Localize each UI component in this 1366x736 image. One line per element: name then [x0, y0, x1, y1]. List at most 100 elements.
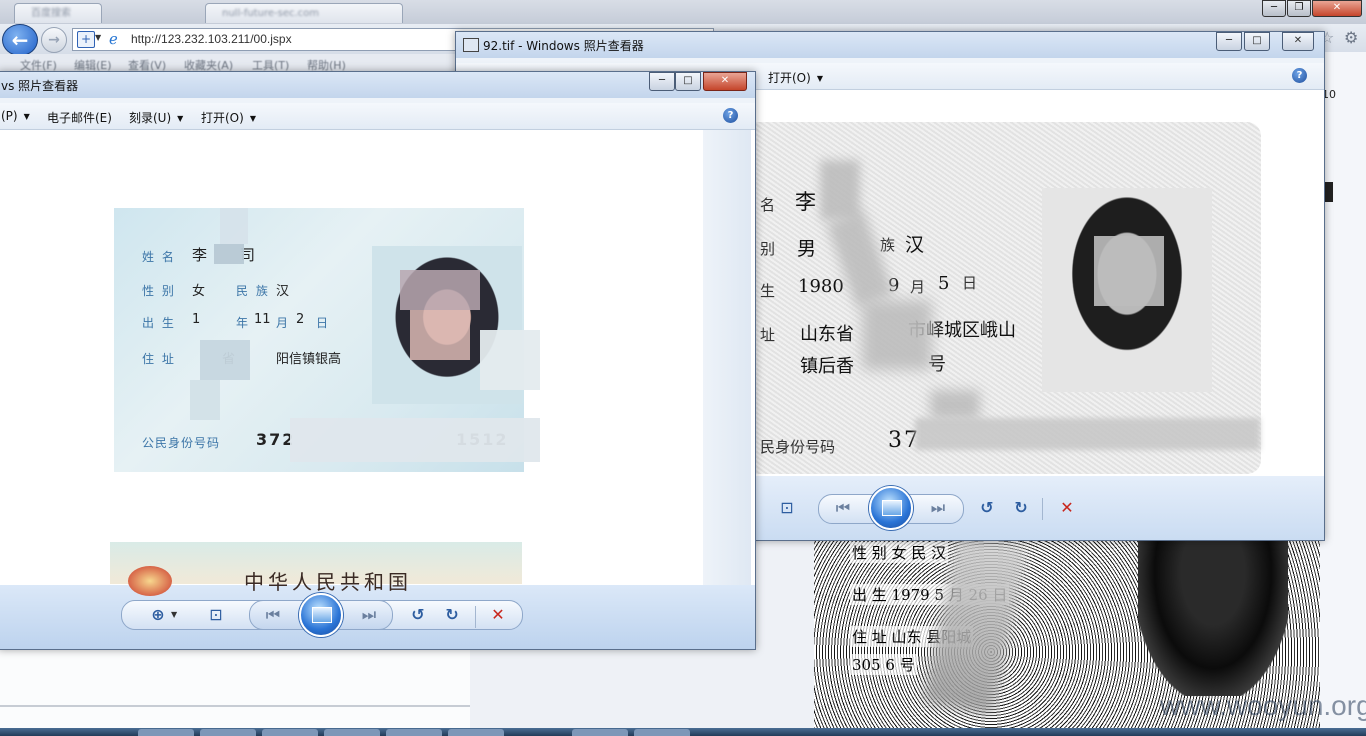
previous-icon[interactable]: ⏮: [261, 605, 285, 625]
taskbar-item[interactable]: [262, 729, 318, 736]
zoom-icon[interactable]: ⊕: [147, 605, 169, 625]
rotate-right-icon[interactable]: ↻: [1010, 498, 1032, 518]
delete-icon[interactable]: ✕: [1056, 498, 1078, 518]
rotate-left-icon[interactable]: ↺: [407, 605, 429, 625]
scan-line-address2: 305 6 号: [850, 654, 917, 675]
close-button[interactable]: ✕: [703, 72, 747, 91]
id-ethnicity: 汉: [276, 284, 290, 299]
photo-viewer-icon: [463, 38, 479, 52]
fit-icon[interactable]: ⊡: [776, 498, 798, 518]
redaction-pixelation: [200, 340, 250, 380]
id-birth-day-unit: 日: [316, 316, 331, 330]
maximize-button[interactable]: □: [675, 72, 701, 91]
id-birth-day: 5: [938, 273, 950, 294]
id-ethnicity: 汉: [905, 234, 925, 256]
redaction-pixelation: [400, 270, 480, 310]
id-label-birth: 生: [760, 282, 776, 300]
id-birth-day: 2: [296, 312, 305, 327]
taskbar-item[interactable]: [200, 729, 256, 736]
toolbar-separator: [1042, 498, 1043, 520]
redaction-pixelation: [220, 208, 248, 244]
fit-icon[interactable]: ⊡: [205, 605, 227, 625]
redaction-pixelation: [1094, 236, 1164, 306]
id-birth-year-unit: 年: [236, 316, 251, 330]
redaction-pixelation: [480, 330, 540, 390]
viewer-front-titlebar: vs 照片查看器 ─ □ ✕: [0, 72, 755, 98]
browser-tab-active[interactable]: null-future-sec.com: [205, 3, 403, 23]
back-button[interactable]: ←: [2, 24, 38, 56]
rotate-right-icon[interactable]: ↻: [441, 605, 463, 625]
watermark: www.wooyun.org: [1160, 690, 1366, 721]
chevron-down-icon[interactable]: ▼: [95, 33, 101, 42]
taskbar-item[interactable]: [138, 729, 194, 736]
restore-button[interactable]: ❐: [1287, 0, 1311, 17]
gear-icon[interactable]: ⚙: [1344, 28, 1358, 47]
ie-page-icon: ℯ: [109, 30, 118, 48]
viewer-front-window-controls: ─ □ ✕: [649, 72, 751, 91]
redaction-blur: [915, 418, 1260, 450]
redaction-blur: [820, 160, 860, 220]
help-icon[interactable]: ?: [723, 108, 738, 123]
menu-email[interactable]: 电子邮件(E): [47, 109, 112, 126]
browser-tab[interactable]: 百度搜索: [14, 3, 102, 23]
taskbar-item[interactable]: [386, 729, 442, 736]
chevron-down-icon[interactable]: ▼: [171, 610, 177, 619]
menu-print-label: (P): [1, 109, 18, 123]
browser-menu-bar: 文件(F) 编辑(E) 查看(V) 收藏夹(A) 工具(T) 帮助(H): [0, 54, 470, 72]
id-label-number: 民身份号码: [760, 438, 836, 456]
previous-icon[interactable]: ⏮: [831, 498, 855, 518]
taskbar-item[interactable]: [572, 729, 628, 736]
id-label-address: 址: [760, 326, 776, 344]
minimize-button[interactable]: ─: [1262, 0, 1286, 17]
id-birth-year: 1980: [798, 276, 844, 297]
id-label-number: 公民身份号码: [142, 436, 221, 450]
close-button[interactable]: ✕: [1282, 32, 1314, 51]
compat-view-icon[interactable]: +: [77, 31, 95, 48]
browser-side-panel: [1318, 52, 1366, 728]
forward-button[interactable]: →: [41, 27, 67, 53]
id-label-sex: 性 别: [142, 284, 176, 298]
side-panel-mark: [1325, 182, 1333, 202]
id-label-ethnicity: 民 族: [236, 284, 270, 298]
id-birth-month: 11: [254, 312, 271, 327]
redaction-blur: [862, 300, 932, 370]
help-icon[interactable]: ?: [1292, 68, 1307, 83]
id-address-tail: 阳信镇银高: [276, 352, 342, 367]
rotate-left-icon[interactable]: ↺: [976, 498, 998, 518]
browser-window-controls: ─ ❐ ✕: [1262, 0, 1366, 17]
divider: [0, 705, 470, 707]
next-icon[interactable]: ⏭: [926, 498, 950, 518]
close-button[interactable]: ✕: [1312, 0, 1362, 17]
menu-burn-label: 刻录(U): [129, 111, 172, 125]
menu-open[interactable]: 打开(O) ▼: [768, 69, 823, 86]
id-birth-year: 1: [192, 312, 201, 327]
taskbar-item[interactable]: [634, 729, 690, 736]
id-label-ethnicity: 族: [880, 236, 896, 254]
maximize-button[interactable]: □: [1244, 32, 1270, 51]
address-url[interactable]: http://123.232.103.211/00.jspx: [131, 32, 292, 46]
id-birth-month-unit: 月: [276, 316, 291, 330]
slideshow-button[interactable]: [299, 593, 343, 637]
minimize-button[interactable]: ─: [649, 72, 675, 91]
id-address-2a: 镇后香: [800, 356, 854, 377]
redaction-pixelation: [190, 380, 220, 420]
menu-burn[interactable]: 刻录(U) ▼: [129, 109, 183, 126]
viewer-front-menu: (P) ▼ 电子邮件(E) 刻录(U) ▼ 打开(O) ▼ ?: [0, 103, 755, 130]
scroll-gutter: [703, 130, 751, 585]
slideshow-button[interactable]: [869, 486, 913, 530]
taskbar-item[interactable]: [448, 729, 504, 736]
redaction-pixelation: [410, 310, 470, 360]
viewer-back-title: 92.tif - Windows 照片查看器: [483, 39, 644, 53]
menu-print[interactable]: (P) ▼: [1, 109, 30, 123]
id-address-1a: 山东省: [800, 324, 854, 345]
delete-icon[interactable]: ✕: [487, 605, 509, 625]
id-label-birth: 出 生: [142, 316, 176, 330]
minimize-button[interactable]: ─: [1216, 32, 1242, 51]
taskbar-item[interactable]: [324, 729, 380, 736]
viewer-back-window-controls: ─ □ ✕: [1216, 32, 1320, 51]
scan-line-sex: 性 别 女 民 汉: [850, 542, 949, 563]
next-icon[interactable]: ⏭: [357, 605, 381, 625]
id-sex: 女: [192, 284, 206, 299]
id-label-address: 住 址: [142, 352, 176, 366]
menu-open[interactable]: 打开(O) ▼: [201, 109, 256, 126]
